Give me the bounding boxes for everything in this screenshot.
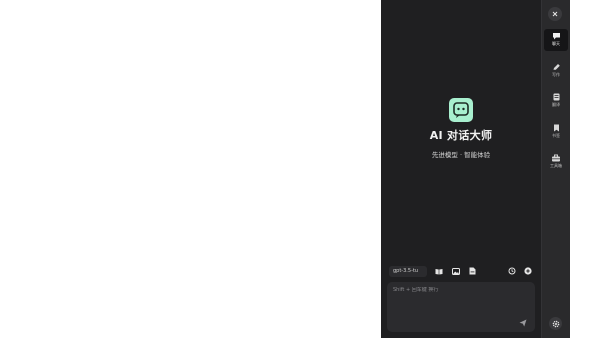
app-logo: [449, 98, 473, 122]
translate-icon: [553, 93, 559, 101]
rail-label: 翻译: [552, 102, 560, 107]
close-icon: [552, 11, 558, 17]
pen-icon: [553, 64, 560, 70]
image-icon[interactable]: [451, 266, 461, 276]
page: AI 对话大师 先进模型 · 智能体验 gpt-3.5-tu 聊天: [0, 0, 600, 338]
settings-button[interactable]: [549, 317, 562, 330]
send-icon: [519, 319, 527, 327]
history-icon[interactable]: [507, 266, 517, 276]
add-icon[interactable]: [523, 266, 533, 276]
rail-label: 书签: [552, 133, 560, 138]
rail-item-write[interactable]: 写作: [544, 60, 568, 82]
file-icon[interactable]: [467, 266, 477, 276]
rail-item-translate[interactable]: 翻译: [544, 90, 568, 112]
right-margin: [570, 0, 600, 338]
gear-icon: [552, 320, 559, 327]
chat-bubble-icon: [453, 102, 469, 118]
bookmark-icon: [553, 124, 559, 132]
book-icon[interactable]: [434, 266, 444, 276]
close-button[interactable]: [548, 7, 562, 21]
chat-icon: [552, 33, 560, 40]
rail-label: 写作: [552, 72, 560, 77]
rail-item-toolbox[interactable]: 工具箱: [544, 151, 568, 173]
send-button[interactable]: [518, 318, 528, 328]
model-selector[interactable]: gpt-3.5-tu: [389, 266, 427, 277]
message-input[interactable]: [393, 287, 513, 293]
toolbox-icon: [552, 154, 560, 162]
rail-item-bookmark[interactable]: 书签: [544, 121, 568, 143]
app-subtitle: 先进模型 · 智能体验: [431, 151, 491, 159]
rail-label: 工具箱: [550, 163, 562, 168]
app-title: AI 对话大师: [429, 129, 493, 142]
rail-label: 聊天: [552, 41, 560, 46]
message-composer: [387, 282, 535, 332]
rail-item-chat[interactable]: 聊天: [544, 29, 568, 51]
